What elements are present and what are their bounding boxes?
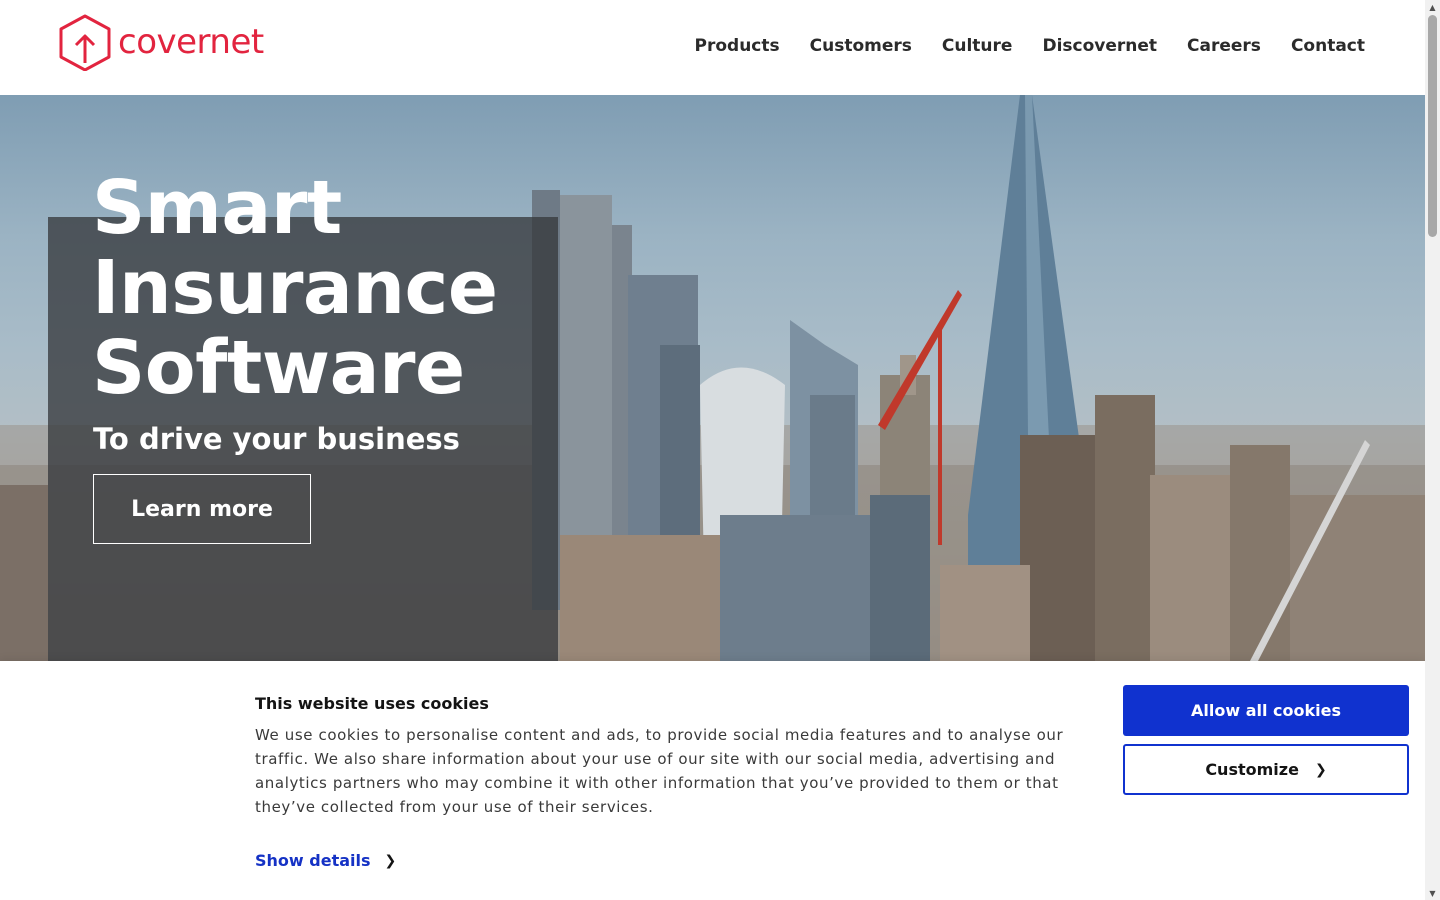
nav-item-discovernet[interactable]: Discovernet bbox=[1042, 36, 1157, 56]
scroll-up-arrow-icon[interactable]: ▲ bbox=[1425, 0, 1440, 14]
cookie-banner: This website uses cookies We use cookies… bbox=[0, 661, 1425, 900]
nav-item-customers[interactable]: Customers bbox=[810, 36, 912, 56]
scrollbar-thumb[interactable] bbox=[1428, 15, 1437, 237]
hero-title: Smart Insurance Software bbox=[92, 168, 552, 408]
allow-all-cookies-button[interactable]: Allow all cookies bbox=[1123, 685, 1409, 736]
show-details-link[interactable]: Show details ❯ bbox=[255, 851, 396, 870]
hero-title-line: Insurance bbox=[92, 245, 498, 331]
chevron-right-icon: ❯ bbox=[1314, 761, 1327, 778]
cookie-banner-title: This website uses cookies bbox=[255, 694, 489, 713]
nav-item-culture[interactable]: Culture bbox=[942, 36, 1013, 56]
customize-cookies-button[interactable]: Customize ❯ bbox=[1123, 744, 1409, 795]
brand-name: covernet bbox=[118, 22, 264, 62]
show-details-label: Show details bbox=[255, 851, 371, 870]
hero-title-line: Software bbox=[92, 325, 465, 411]
scroll-down-arrow-icon[interactable]: ▼ bbox=[1425, 886, 1440, 900]
site-header: covernet Products Customers Culture Disc… bbox=[0, 0, 1425, 95]
nav-item-careers[interactable]: Careers bbox=[1187, 36, 1261, 56]
hero-subtitle: To drive your business bbox=[93, 422, 460, 456]
house-arrow-logo-icon bbox=[59, 14, 111, 71]
page-scrollbar[interactable]: ▲ ▼ bbox=[1425, 0, 1440, 900]
brand-logo[interactable]: covernet bbox=[58, 13, 264, 71]
chevron-right-icon: ❯ bbox=[384, 852, 397, 869]
nav-item-contact[interactable]: Contact bbox=[1291, 36, 1365, 56]
customize-label: Customize bbox=[1205, 760, 1299, 779]
cookie-banner-text: We use cookies to personalise content an… bbox=[255, 726, 1064, 816]
hero-title-line: Smart bbox=[92, 165, 342, 251]
learn-more-button[interactable]: Learn more bbox=[93, 474, 311, 544]
main-nav: Products Customers Culture Discovernet C… bbox=[695, 36, 1365, 56]
nav-item-products[interactable]: Products bbox=[695, 36, 780, 56]
